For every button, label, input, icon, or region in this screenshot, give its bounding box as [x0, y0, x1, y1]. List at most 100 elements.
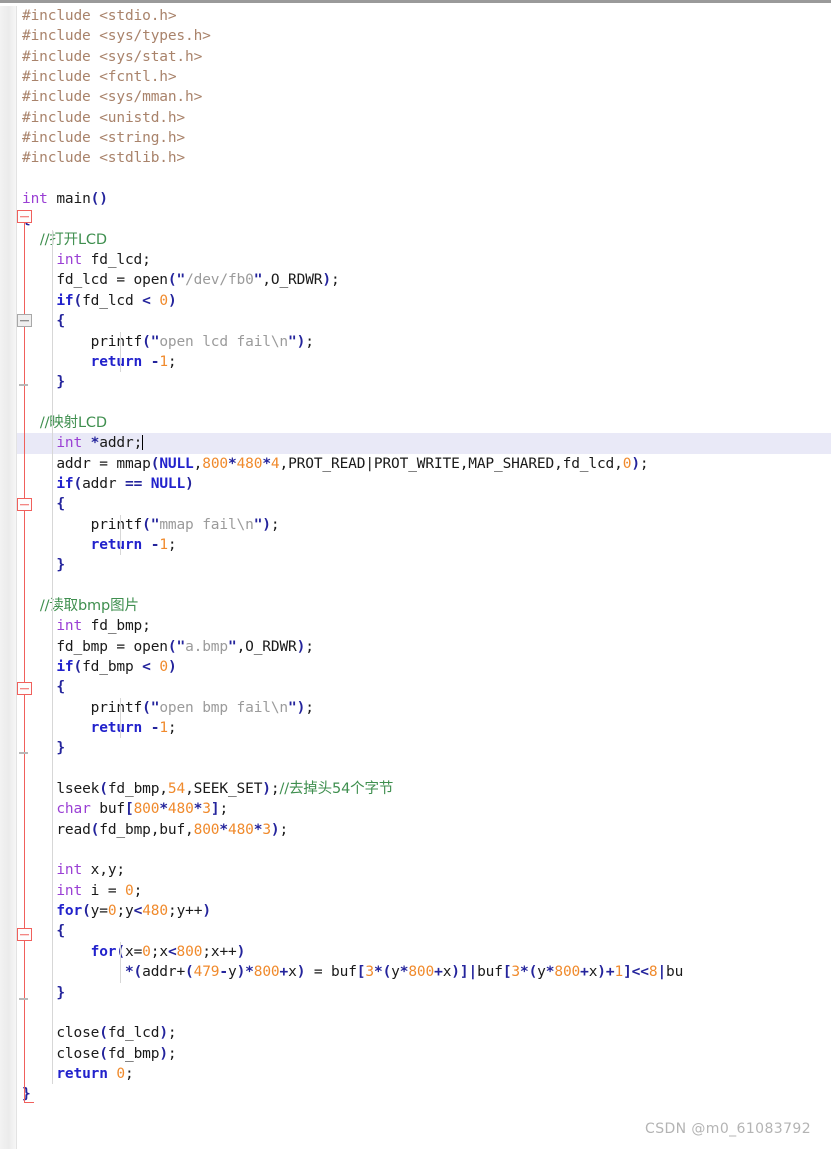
token-keyword: return	[90, 536, 143, 553]
code-line-blank[interactable]	[17, 840, 831, 861]
fold-marker-if-bmp[interactable]	[17, 682, 32, 695]
code-line[interactable]: #include <sys/types.h>	[17, 26, 831, 46]
code-line-blank[interactable]	[17, 169, 831, 189]
code-line[interactable]: int main()	[17, 189, 831, 209]
token-paren: )	[236, 943, 246, 960]
code-line[interactable]: {	[17, 209, 831, 229]
code-line[interactable]: if(fd_bmp < 0)	[17, 657, 831, 678]
code-line[interactable]: #include <fcntl.h>	[17, 67, 831, 87]
code-line[interactable]: {	[17, 494, 831, 515]
code-line-blank[interactable]	[17, 758, 831, 780]
token-keyword: return	[56, 1065, 108, 1082]
code-line[interactable]: return -1;	[17, 718, 831, 739]
fold-marker-if-lcd[interactable]	[17, 314, 32, 327]
token-identifier: fd_bmp;	[82, 618, 151, 635]
token-identifier: printf	[90, 699, 143, 716]
code-line[interactable]: lseek(fd_bmp,54,SEEK_SET);//去掉头54个字节	[17, 779, 831, 800]
token-paren: )	[185, 475, 194, 492]
code-line[interactable]: int fd_bmp;	[17, 616, 831, 637]
token-identifier: fd_lcd	[107, 1025, 160, 1042]
token-identifier: addr = mmap	[56, 455, 151, 472]
token-identifier: read	[56, 821, 91, 838]
token-string: open lcd fail\n	[159, 333, 289, 350]
token-identifier: main	[47, 191, 91, 208]
code-line[interactable]: #include <sys/mman.h>	[17, 87, 831, 107]
token-identifier: addr+	[142, 964, 186, 981]
code-line[interactable]: int x,y;	[17, 860, 831, 881]
code-line[interactable]: #include <sys/stat.h>	[17, 47, 831, 67]
code-line[interactable]: close(fd_bmp);	[17, 1043, 831, 1064]
code-line[interactable]: {	[17, 921, 831, 942]
token-identifier: y	[537, 964, 546, 981]
token-quote: "	[227, 638, 237, 655]
code-line[interactable]: #include <string.h>	[17, 128, 831, 148]
code-line[interactable]: fd_bmp = open("a.bmp",O_RDWR);	[17, 636, 831, 657]
token-identifier: x	[442, 964, 452, 981]
code-line[interactable]: int fd_lcd;	[17, 250, 831, 271]
code-line[interactable]: }	[17, 555, 831, 576]
code-line[interactable]: }	[17, 1084, 831, 1104]
token-brace: }	[56, 984, 65, 1001]
code-line-overflow[interactable]: *(addr+(479-y)*800+x) = buf[3*(y*800+x)]…	[17, 962, 831, 983]
code-line[interactable]: read(fd_bmp,buf,800*480*3);	[17, 819, 831, 841]
code-line-blank[interactable]	[17, 1002, 831, 1024]
token-paren: (	[99, 1025, 108, 1042]
preprocessor-directive: #include <string.h>	[22, 130, 186, 147]
fold-gutter[interactable]	[0, 6, 17, 1149]
code-line[interactable]: return -1;	[17, 534, 831, 556]
code-line[interactable]: for(y=0;y<480;y++)	[17, 901, 831, 922]
code-line[interactable]: #include <unistd.h>	[17, 108, 831, 128]
token-operator: ==	[125, 475, 143, 492]
code-line[interactable]: fd_lcd = open("/dev/fb0",O_RDWR);	[17, 270, 831, 291]
code-line-blank[interactable]	[17, 575, 831, 596]
code-line[interactable]: }	[17, 738, 831, 759]
token-number: 1	[159, 720, 168, 737]
code-line[interactable]: #include <stdlib.h>	[17, 148, 831, 168]
code-line[interactable]: return -1;	[17, 351, 831, 373]
code-line[interactable]: #include <stdio.h>	[17, 6, 831, 26]
token-identifier: y++	[176, 903, 203, 920]
token-bracket: [	[124, 801, 134, 818]
token-paren: )	[262, 781, 271, 798]
code-line[interactable]: //读取bmp图片	[17, 595, 831, 617]
code-line[interactable]: //映射LCD	[17, 412, 831, 434]
code-line-blank[interactable]	[17, 392, 831, 413]
token-number: 0	[142, 943, 151, 960]
code-line[interactable]: {	[17, 677, 831, 698]
token-quote: "	[288, 699, 297, 716]
code-line[interactable]: {	[17, 311, 831, 332]
code-line[interactable]: return 0;	[17, 1063, 831, 1085]
token-identifier: ,O_RDWR	[236, 638, 297, 655]
token-identifier: x=	[124, 943, 143, 960]
fold-marker-if-addr[interactable]	[17, 498, 32, 511]
code-line-active[interactable]: int *addr;	[17, 433, 831, 454]
code-line[interactable]: //打开LCD	[17, 229, 831, 251]
code-line[interactable]: int i = 0;	[17, 880, 831, 902]
token-number: 480	[236, 455, 263, 472]
code-line[interactable]: }	[17, 372, 831, 393]
fold-marker-main[interactable]	[17, 210, 32, 223]
code-line[interactable]: addr = mmap(NULL,800*480*4,PROT_READ|PRO…	[17, 453, 831, 474]
token-keyword: if	[56, 659, 74, 675]
code-line[interactable]: printf("open lcd fail\n");	[17, 331, 831, 352]
code-editor-window: #include <stdio.h> #include <sys/types.h…	[0, 0, 831, 1149]
preprocessor-directive: #include <sys/mman.h>	[22, 89, 203, 106]
token-number: 1	[159, 536, 168, 553]
token-operator: <	[142, 292, 151, 309]
token-identifier: fd_bmp,buf,	[99, 821, 194, 838]
token-brace: }	[56, 740, 65, 757]
code-line[interactable]: if(fd_lcd < 0)	[17, 290, 831, 312]
token-identifier: printf	[90, 516, 143, 533]
code-line[interactable]: close(fd_lcd);	[17, 1023, 831, 1044]
code-line[interactable]: printf("mmap fail\n");	[17, 514, 831, 535]
code-line[interactable]: printf("open bmp fail\n");	[17, 697, 831, 719]
code-content[interactable]: #include <stdio.h> #include <sys/types.h…	[17, 6, 831, 1149]
code-line[interactable]: char buf[800*480*3];	[17, 799, 831, 820]
code-line[interactable]: }	[17, 982, 831, 1003]
token-operator: *	[219, 821, 228, 838]
code-line[interactable]: if(addr == NULL)	[17, 473, 831, 495]
token-comment: //去掉头54个字节	[279, 781, 394, 798]
code-line[interactable]: for(x=0;x<800;x++)	[17, 941, 831, 963]
fold-marker-for[interactable]	[17, 928, 32, 941]
token-quote: "	[253, 272, 263, 289]
